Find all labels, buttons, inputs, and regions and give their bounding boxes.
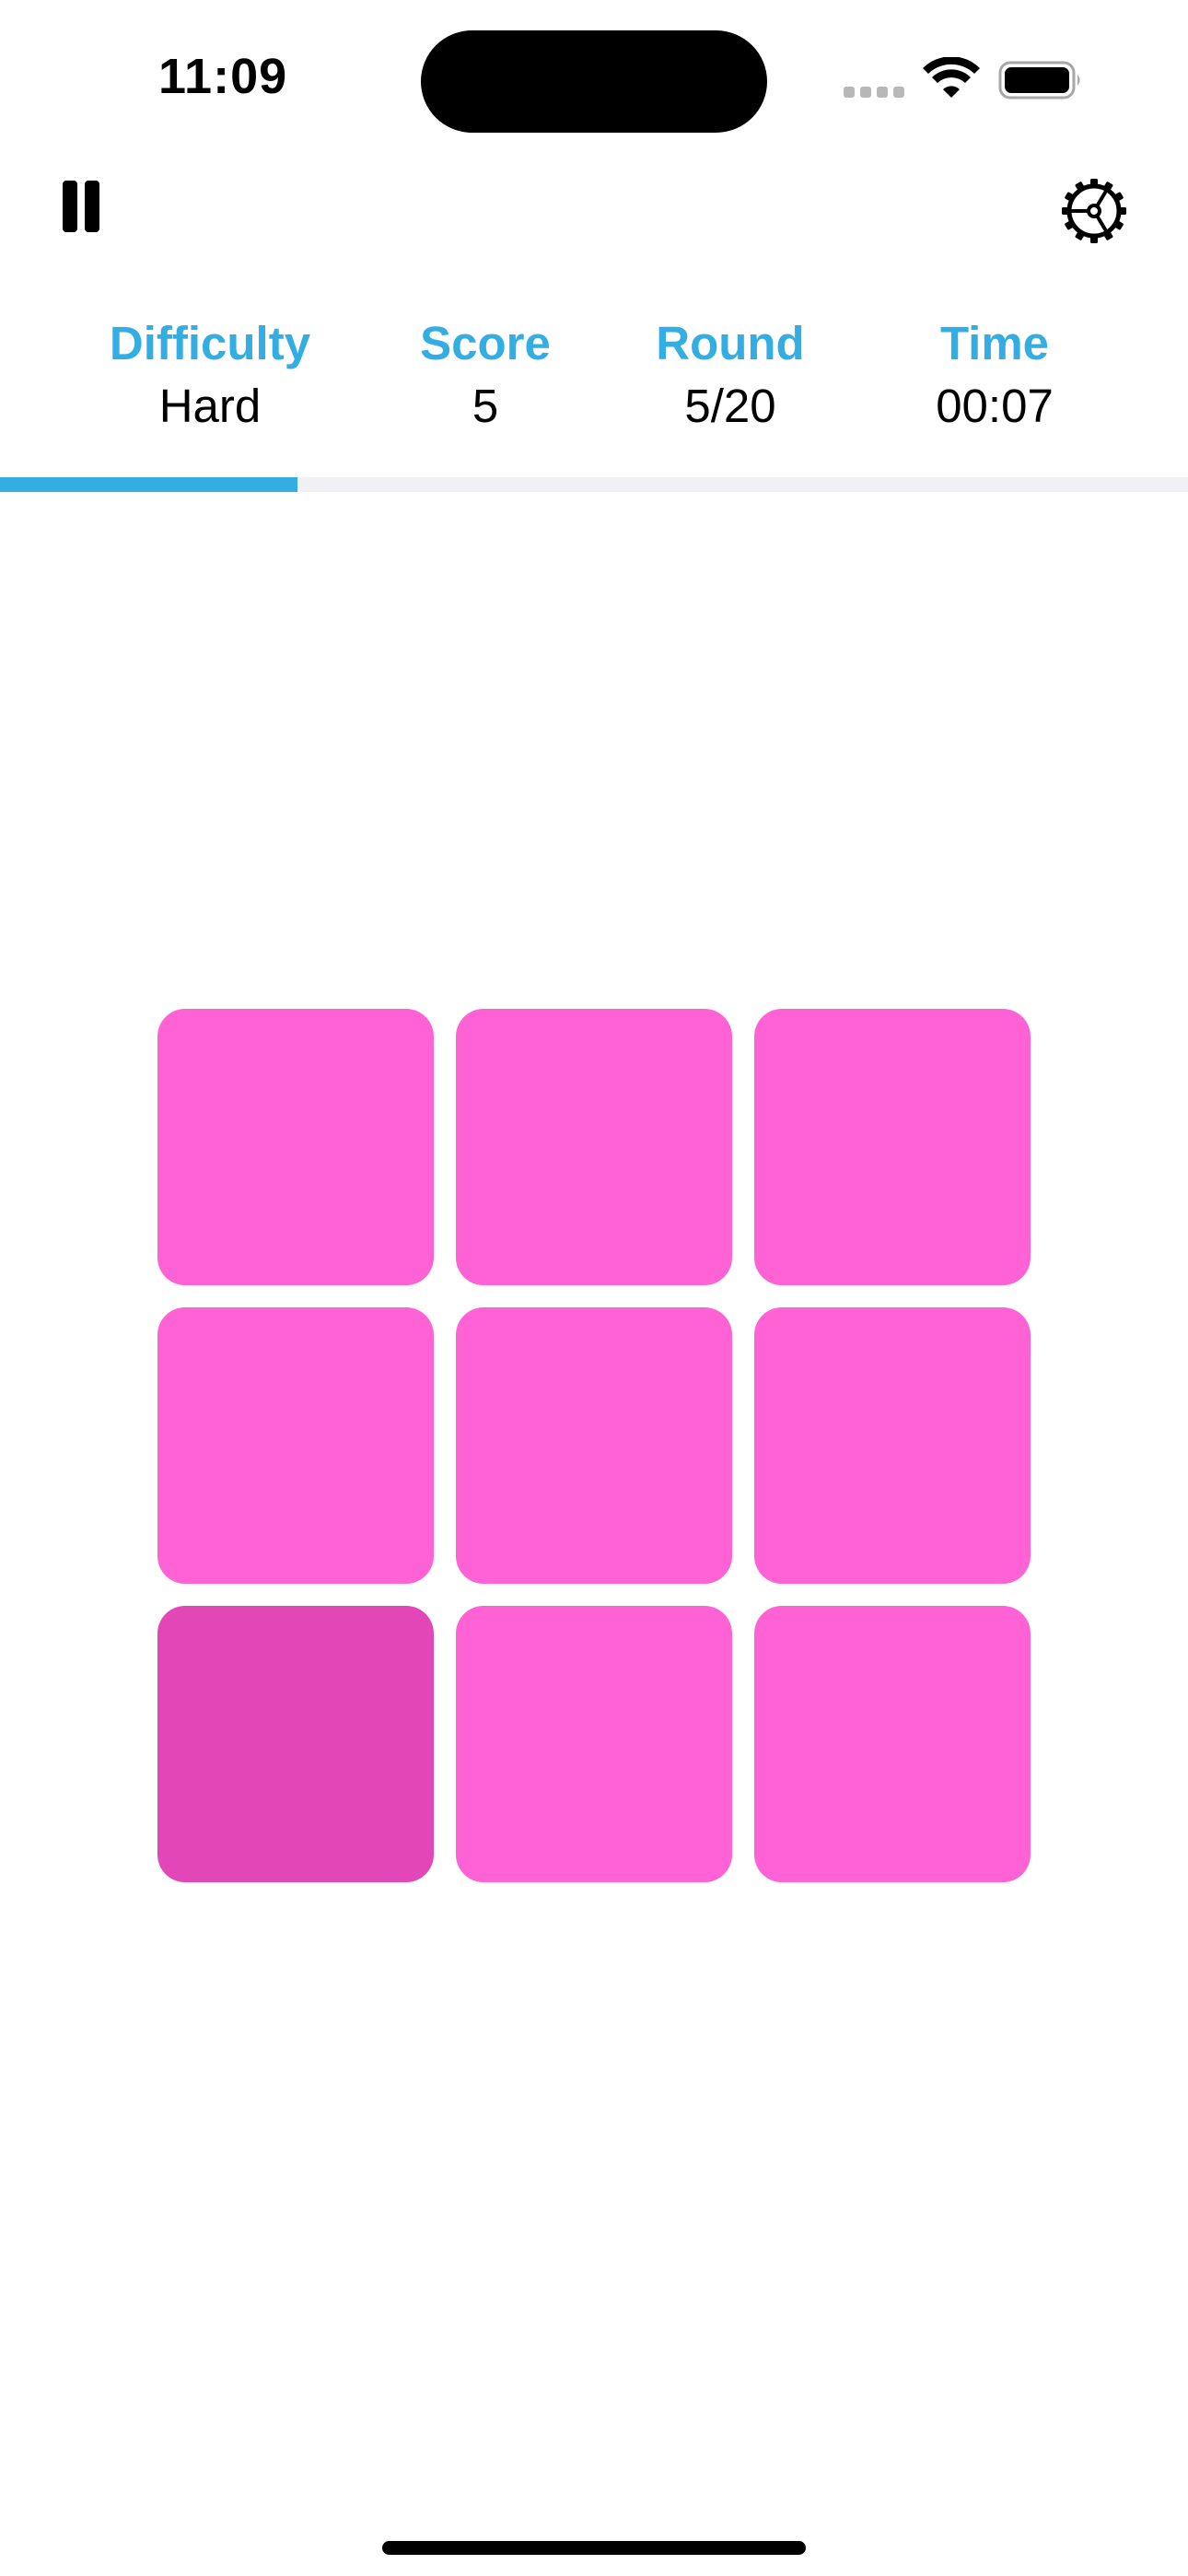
round-progress-fill [0,477,297,492]
pause-button[interactable] [59,181,101,236]
dynamic-island [421,30,767,133]
gear-icon [1062,179,1126,243]
round-value: 5/20 [684,380,776,432]
color-tile[interactable] [456,1307,732,1584]
difficulty-label: Difficulty [109,317,311,369]
score-label: Score [420,317,551,369]
color-tile-grid [157,1009,1031,1882]
status-time: 11:09 [158,49,288,104]
time-value: 00:07 [936,380,1054,432]
difficulty-value: Hard [158,380,262,432]
color-tile[interactable] [157,1307,434,1584]
wifi-icon [923,57,980,98]
difficulty-stat: Difficulty Hard [90,313,330,437]
time-label: Time [939,317,1050,369]
round-stat: Round 5/20 [611,313,850,437]
color-tile[interactable] [754,1606,1031,1882]
home-indicator [382,2541,806,2555]
battery-icon [998,61,1080,100]
settings-button[interactable] [1059,176,1129,246]
cellular-signal-icon [844,87,904,98]
color-tile[interactable] [157,1606,434,1882]
color-tile[interactable] [157,1009,434,1285]
color-tile[interactable] [456,1009,732,1285]
round-progress-bar [0,477,1188,492]
color-tile[interactable] [754,1307,1031,1584]
score-stat: Score 5 [366,313,605,437]
pause-icon [63,181,77,232]
time-stat: Time 00:07 [875,313,1114,437]
score-value: 5 [472,380,499,432]
color-tile[interactable] [456,1606,732,1882]
round-label: Round [656,317,805,369]
color-tile[interactable] [754,1009,1031,1285]
